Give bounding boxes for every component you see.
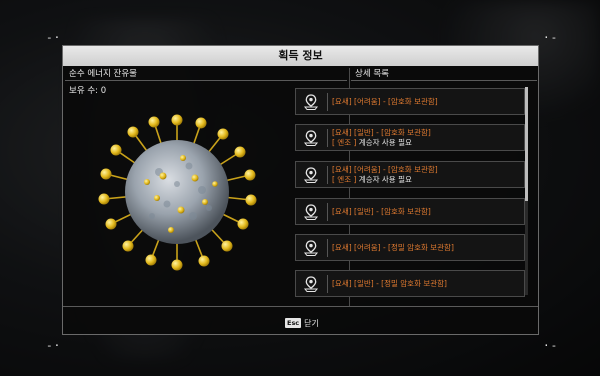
list-item[interactable]: [요새] [어려움] - [정밀 암호화 보관함] xyxy=(295,234,525,261)
item-separator xyxy=(327,166,328,184)
item-requirement: [ 엔조 ] 계승자 사용 필요 xyxy=(332,175,412,185)
corner-bracket-br: ·- xyxy=(543,339,559,352)
dialog-title: 획득 정보 xyxy=(63,46,538,66)
location-pin-icon xyxy=(303,130,319,146)
item-separator xyxy=(327,239,328,257)
item-requirement-text: 계승자 사용 필요 xyxy=(356,138,412,147)
item-name-header: 순수 에너지 잔유물 xyxy=(65,68,347,81)
item-separator xyxy=(327,129,328,147)
item-requirement-tag: [ 엔조 ] xyxy=(332,138,357,147)
item-requirement-tag: [ 엔조 ] xyxy=(332,175,357,184)
item-separator xyxy=(327,275,328,293)
item-location: [요새] [어려움] - [암호화 보관함] xyxy=(332,97,438,106)
list-item[interactable]: [요새] [어려움] - [암호화 보관함] xyxy=(295,88,525,115)
location-pin-icon xyxy=(303,276,319,292)
list-item[interactable]: [요새] [일반] - [정밀 암호화 보관함] xyxy=(295,270,525,297)
item-location: [요새] [어려움] - [암호화 보관함] xyxy=(332,165,438,174)
item-requirement: [ 엔조 ] 계승자 사용 필요 xyxy=(332,138,412,148)
list-item[interactable]: [요새] [어려움] - [암호화 보관함] [ 엔조 ] 계승자 사용 필요 xyxy=(295,161,525,188)
scrollbar-thumb[interactable] xyxy=(525,87,528,201)
item-separator xyxy=(327,93,328,111)
esc-key-icon: Esc xyxy=(285,318,302,328)
item-location: [요새] [일반] - [암호화 보관함] xyxy=(332,128,431,137)
location-pin-icon xyxy=(303,240,319,256)
list-item[interactable]: [요새] [일반] - [암호화 보관함] [ 엔조 ] 계승자 사용 필요 xyxy=(295,124,525,151)
footer-divider xyxy=(63,306,538,307)
detail-list: [요새] [어려움] - [암호화 보관함] [요새] [일반] - [암호화 … xyxy=(295,88,525,302)
item-separator xyxy=(327,203,328,221)
list-scrollbar[interactable] xyxy=(525,87,528,295)
corner-bracket-bl: -· xyxy=(46,339,62,352)
corner-bracket-tr: ·- xyxy=(543,31,559,44)
location-pin-icon xyxy=(303,167,319,183)
location-pin-icon xyxy=(303,94,319,110)
close-label: 닫기 xyxy=(304,318,319,328)
corner-bracket-tl: -· xyxy=(46,31,62,44)
virus-particle-icon xyxy=(98,114,257,271)
item-location: [요새] [일반] - [정밀 암호화 보관함] xyxy=(332,279,447,288)
detail-list-header: 상세 목록 xyxy=(351,68,537,81)
item-requirement-text: 계승자 사용 필요 xyxy=(356,175,412,184)
owned-count: 보유 수: 0 xyxy=(69,86,107,96)
list-item[interactable]: [요새] [일반] - [암호화 보관함] xyxy=(295,198,525,225)
close-button[interactable]: Esc 닫기 xyxy=(285,317,319,329)
item-location: [요새] [일반] - [암호화 보관함] xyxy=(332,207,431,216)
location-pin-icon xyxy=(303,204,319,220)
item-location: [요새] [어려움] - [정밀 암호화 보관함] xyxy=(332,243,454,252)
